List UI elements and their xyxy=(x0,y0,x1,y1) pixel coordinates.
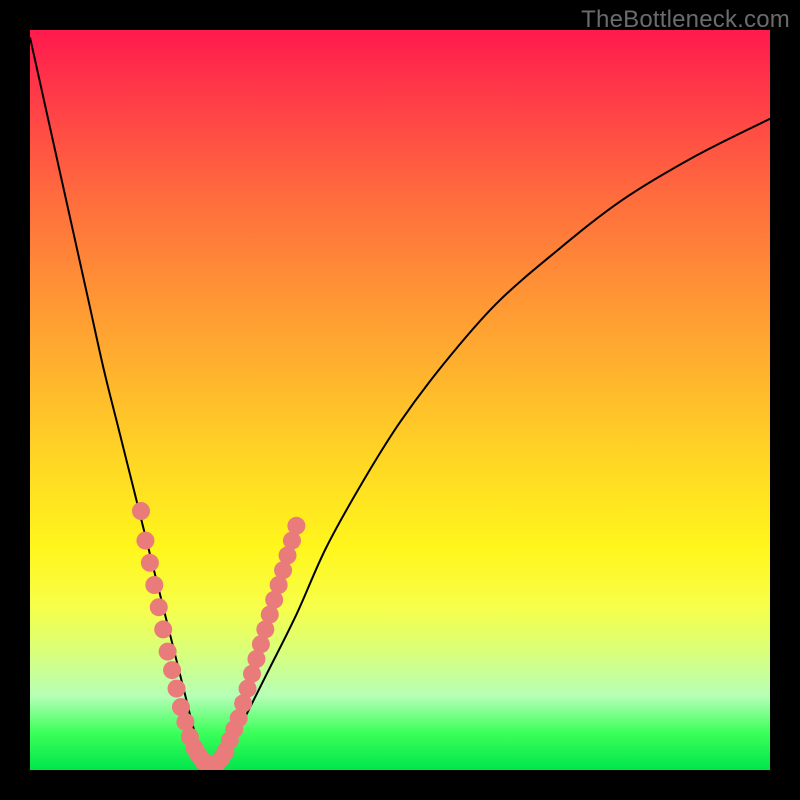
chart-svg xyxy=(30,30,770,770)
curve-marker xyxy=(132,502,150,520)
chart-frame xyxy=(30,30,770,770)
watermark-text: TheBottleneck.com xyxy=(581,6,790,34)
curve-marker xyxy=(168,680,186,698)
curve-marker xyxy=(163,661,181,679)
bottleneck-curve xyxy=(30,37,770,764)
curve-marker xyxy=(141,554,159,572)
curve-marker xyxy=(136,532,154,550)
curve-marker xyxy=(159,643,177,661)
curve-marker xyxy=(287,517,305,535)
curve-marker xyxy=(150,598,168,616)
curve-marker xyxy=(154,620,172,638)
curve-marker xyxy=(145,576,163,594)
highlighted-markers xyxy=(132,502,305,770)
